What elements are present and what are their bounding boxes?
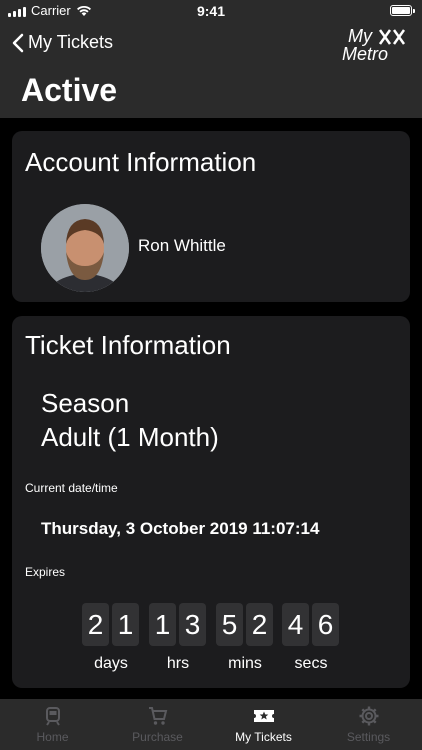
user-name: Ron Whittle [138,236,226,255]
back-button[interactable]: My Tickets [12,32,113,53]
secs-digit-1: 4 [282,603,309,646]
current-datetime-value: Thursday, 3 October 2019 11:07:14 [41,519,320,538]
hrs-digit-1: 1 [149,603,176,646]
account-card: Account Information Ron Whittle [12,131,410,302]
ticket-card: Ticket Information Season Adult (1 Month… [12,316,410,688]
ticket-heading: Ticket Information [25,330,231,360]
tab-my-tickets-label: My Tickets [235,730,292,744]
secs-unit-label: secs [294,655,328,672]
avatar [41,204,129,292]
metro-mark-icon [378,29,406,45]
tram-icon [45,707,60,726]
tab-bar: Home Purchase My Tickets Settings [0,699,422,750]
secs-digit-2: 6 [312,603,339,646]
mins-digit-1: 5 [216,603,243,646]
battery-icon [390,5,415,16]
current-datetime-label: Current date/time [25,481,118,495]
hrs-unit-label: hrs [166,655,190,672]
mins-unit-label: mins [228,655,262,672]
expires-label: Expires [25,565,66,579]
tab-purchase[interactable]: Purchase [105,703,210,744]
ticket-type-line1: Season [41,388,130,418]
tab-settings[interactable]: Settings [316,703,421,744]
back-label: My Tickets [28,32,114,52]
page-title: Active [21,72,118,108]
cart-icon [148,707,167,725]
days-digit-1: 2 [82,603,109,646]
hrs-digit-2: 3 [179,603,206,646]
expiry-countdown: 2 1 1 3 5 2 4 6 days hrs mins secs [82,603,342,673]
tab-home-label: Home [36,730,69,744]
days-digit-2: 1 [112,603,139,646]
gear-icon [359,706,378,726]
mins-digit-2: 2 [246,603,273,646]
ticket-icon [253,710,274,722]
my-metro-logo: My Metro [342,24,406,68]
tab-settings-label: Settings [346,730,391,744]
navigation-bar: My Tickets My Metro Active [0,22,422,118]
status-time: 9:41 [196,3,226,19]
tab-my-tickets[interactable]: My Tickets [211,703,316,744]
ticket-type-line2: Adult (1 Month) [41,422,219,452]
tab-home[interactable]: Home [0,703,105,744]
logo-line2: Metro [342,44,389,64]
avatar-portrait [41,204,129,292]
chevron-left-icon [12,33,24,52]
days-unit-label: days [94,655,128,672]
tab-purchase-label: Purchase [132,730,183,744]
account-heading: Account Information [25,147,257,177]
status-bar: Carrier 9:41 [0,0,422,22]
